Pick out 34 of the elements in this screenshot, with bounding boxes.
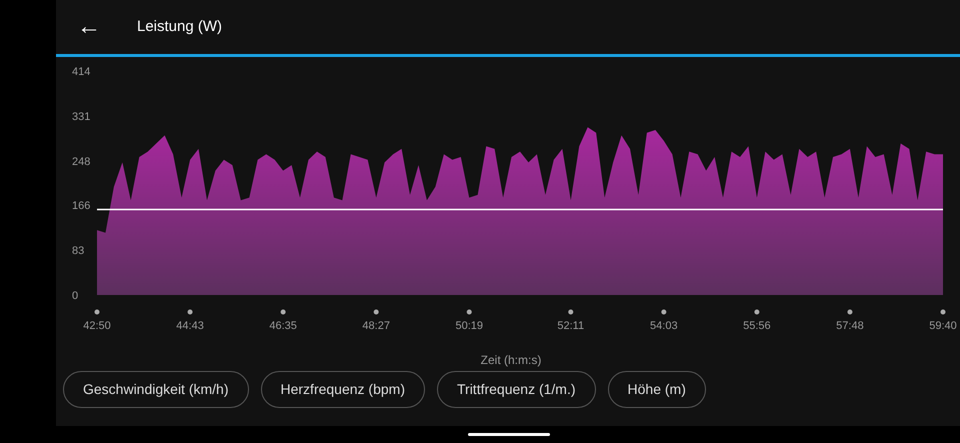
tick-mark [188, 310, 193, 314]
axis-label: 59:40 [929, 320, 957, 332]
metric-chip[interactable]: Trittfrequenz (1/m.) [437, 371, 596, 408]
tick-mark [280, 310, 286, 314]
tick-mark [568, 310, 574, 314]
axis-label: 55:56 [743, 320, 771, 332]
tick-mark [754, 310, 760, 314]
axis-label: 46:35 [269, 320, 297, 332]
axis-label: 166 [72, 200, 90, 212]
tick-mark [661, 310, 666, 314]
axis-title: Zeit (h:m:s) [480, 352, 542, 369]
tick-mark [940, 310, 946, 314]
tick-mark [94, 310, 100, 314]
back-button[interactable]: ← [76, 15, 102, 39]
axis-label: 52:11 [557, 320, 584, 332]
home-indicator[interactable] [468, 433, 550, 436]
metric-chip[interactable]: Höhe (m) [608, 371, 706, 408]
axis-label: 42:50 [83, 320, 111, 332]
axis-label: 44:43 [176, 320, 204, 332]
axis-label: 50:19 [455, 320, 483, 332]
tick-mark [374, 310, 379, 314]
metric-chip[interactable]: Herzfrequenz (bpm) [260, 371, 425, 408]
axis-label: 57:48 [836, 320, 864, 332]
axis-label: 48:27 [362, 320, 390, 332]
tick-mark [847, 310, 852, 314]
axis-label: 414 [72, 66, 90, 78]
screen-title: Leistung (W) [137, 16, 222, 37]
axis-label: 248 [72, 156, 90, 168]
axis-label: 331 [72, 110, 90, 123]
metric-chip[interactable]: Geschwindigkeit (km/h) [63, 371, 248, 408]
axis-label: 54:03 [650, 320, 678, 332]
axis-label: 0 [72, 290, 78, 302]
axis-label: 83 [72, 245, 84, 258]
tick-mark [466, 310, 472, 314]
